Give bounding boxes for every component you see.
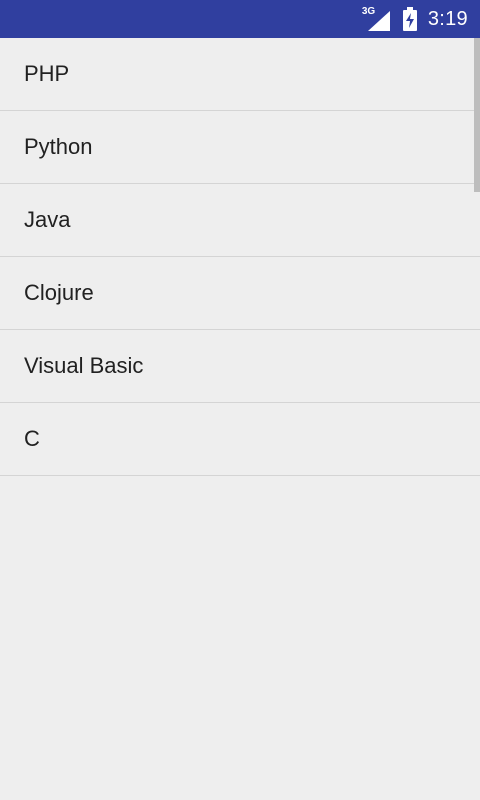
list-item-label: C	[24, 426, 40, 451]
network-indicator: 3G	[362, 7, 390, 31]
list-item[interactable]: Java	[0, 184, 480, 257]
list-scrollbar[interactable]	[474, 38, 480, 192]
cell-signal-icon	[367, 11, 390, 31]
list-item-label: Python	[24, 134, 93, 159]
status-bar: 3G 3:19	[0, 0, 480, 38]
list-item-label: Java	[24, 207, 71, 232]
list-item[interactable]: Python	[0, 111, 480, 184]
list-item[interactable]: Visual Basic	[0, 330, 480, 403]
list-item-label: Clojure	[24, 280, 94, 305]
list-item-label: Visual Basic	[24, 353, 144, 378]
list-item-label: PHP	[24, 61, 70, 86]
status-icons: 3G 3:19	[362, 0, 468, 38]
status-clock: 3:19	[427, 7, 468, 30]
list-item[interactable]: C	[0, 403, 480, 476]
list-item[interactable]: Clojure	[0, 257, 480, 330]
list-item[interactable]: PHP	[0, 38, 480, 111]
battery-charging-icon	[402, 7, 417, 31]
language-list: PHP Python Java Clojure Visual Basic C	[0, 38, 480, 476]
